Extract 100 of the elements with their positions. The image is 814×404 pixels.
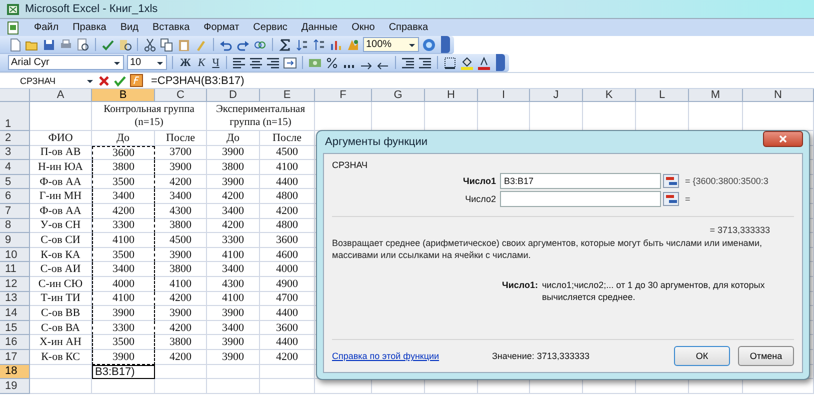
table-cell: 3300 <box>92 320 155 336</box>
italic-button[interactable]: К <box>196 56 208 70</box>
table-cell: 3900 <box>207 350 260 364</box>
table-cell: 4200 <box>155 320 207 336</box>
table-cell: 4100 <box>155 276 207 292</box>
argument-help-label: Число1: <box>502 279 538 292</box>
table-cell: К-ов КС <box>30 350 92 364</box>
column-header[interactable]: D <box>207 89 260 102</box>
table-cell: 4100 <box>207 248 260 262</box>
column-header[interactable]: C <box>155 89 207 102</box>
table-cell: С-ов АИ <box>30 262 92 277</box>
font-size-dropdown[interactable]: 10 <box>127 55 167 70</box>
table-cell: С-ов ВА <box>30 320 92 336</box>
table-cell: 3900 <box>155 306 207 321</box>
menu-item[interactable]: Файл <box>34 22 59 33</box>
argument-label: Число1 <box>462 176 496 186</box>
table-cell: 3900 <box>92 306 155 321</box>
table-cell: 3500 <box>92 248 155 262</box>
column-header[interactable]: N <box>743 89 814 102</box>
argument-result: = <box>685 194 690 204</box>
table-cell: 3400 <box>207 320 260 336</box>
table-cell: 4800 <box>260 218 315 234</box>
table-cell: 4400 <box>260 335 315 350</box>
row-header[interactable]: 8 <box>0 218 30 234</box>
row-header[interactable]: 3 <box>0 146 30 160</box>
table-cell: 3900 <box>207 146 260 160</box>
table-cell: 4000 <box>260 262 315 277</box>
argument-help-text: число1;число2;... от 1 до 30 аргументов, для которых вычисляется среднее. <box>542 279 766 303</box>
column-header[interactable]: E <box>260 89 315 102</box>
row-header[interactable]: 13 <box>0 292 30 306</box>
column-header[interactable]: A <box>30 89 92 102</box>
table-cell: 3400 <box>92 189 155 204</box>
table-cell: Ф-ов АА <box>30 204 92 219</box>
row-header[interactable]: 11 <box>0 262 30 277</box>
formula-text[interactable]: =СРЗНАЧ(B3:B17) <box>151 74 244 86</box>
row-header[interactable]: 5 <box>0 174 30 190</box>
row-header[interactable]: 4 <box>0 160 30 175</box>
table-cell: 4300 <box>207 276 260 292</box>
cancel-button[interactable]: Отмена <box>738 346 794 366</box>
row-header[interactable]: 14 <box>0 306 30 321</box>
table-cell: 3300 <box>207 233 260 248</box>
table-cell: 4200 <box>155 174 207 190</box>
row-header[interactable]: 19 <box>0 379 30 394</box>
menu-item[interactable]: Сервис <box>253 22 288 33</box>
table-cell: Экспериментальная группа (n=15) <box>207 102 315 131</box>
row-header[interactable]: 15 <box>0 320 30 336</box>
table-cell: 3400 <box>155 189 207 204</box>
row-header[interactable]: 2 <box>0 131 30 146</box>
menu-item[interactable]: Данные <box>301 22 338 33</box>
column-header[interactable]: M <box>689 89 743 102</box>
menu-item[interactable]: Вид <box>120 22 138 33</box>
table-cell: 3900 <box>207 174 260 190</box>
function-name: СРЗНАЧ <box>332 160 369 170</box>
table-cell: После <box>155 131 207 146</box>
argument-result: = {3600:3800:3500:3 <box>685 176 768 186</box>
table-cell: У-ов СН <box>30 218 92 234</box>
menu-item[interactable]: Справка <box>388 22 428 33</box>
menu-item[interactable]: Вставка <box>152 22 190 33</box>
column-header[interactable]: J <box>530 89 583 102</box>
table-cell: 3500 <box>92 335 155 350</box>
table-cell: 4500 <box>260 146 315 160</box>
ok-button[interactable]: ОК <box>674 346 730 366</box>
table-cell: 3600 <box>260 233 315 248</box>
table-cell: 4700 <box>260 292 315 306</box>
table-cell: 4500 <box>155 233 207 248</box>
column-header[interactable]: F <box>315 89 372 102</box>
column-header[interactable]: G <box>372 89 425 102</box>
column-header[interactable]: B <box>92 89 155 102</box>
formula-value: Значение: 3713,333333 <box>492 351 590 361</box>
table-cell: С-ин СЮ <box>30 276 92 292</box>
table-cell: 3800 <box>155 262 207 277</box>
table-cell: Х-ин АН <box>30 335 92 350</box>
cell-editor[interactable]: B3:B17) <box>92 364 155 380</box>
row-header[interactable]: 10 <box>0 248 30 262</box>
menu-item[interactable]: Окно <box>352 22 375 33</box>
bold-button[interactable]: Ж <box>178 56 193 70</box>
zoom-dropdown[interactable]: 100% <box>363 37 419 52</box>
column-header[interactable]: K <box>583 89 636 102</box>
menu-item[interactable]: Формат <box>204 22 240 33</box>
row-header[interactable]: 1 <box>0 102 30 131</box>
row-header[interactable]: 17 <box>0 350 30 364</box>
table-cell: С-ов СИ <box>30 233 92 248</box>
help-link[interactable]: Справка по этой функции <box>332 351 492 361</box>
column-header[interactable]: L <box>636 89 689 102</box>
table-cell: 4200 <box>260 204 315 219</box>
column-header[interactable]: I <box>478 89 530 102</box>
row-header[interactable]: 18 <box>0 364 30 380</box>
underline-button[interactable]: Ч <box>210 56 222 70</box>
font-dropdown[interactable]: Arial Cyr <box>8 55 124 70</box>
argument-label: Число2 <box>464 194 496 204</box>
column-header[interactable]: H <box>425 89 478 102</box>
table-cell: Контрольная группа (n=15) <box>92 102 207 131</box>
window-title: Microsoft Excel - Книг_1xls <box>25 3 158 15</box>
row-header[interactable]: 6 <box>0 189 30 204</box>
menu-item[interactable]: Правка <box>72 22 106 33</box>
row-header[interactable]: 9 <box>0 233 30 248</box>
row-header[interactable]: 7 <box>0 204 30 219</box>
row-header[interactable]: 16 <box>0 335 30 350</box>
row-header[interactable]: 12 <box>0 276 30 292</box>
argument-field[interactable]: B3:B17 <box>500 173 661 189</box>
